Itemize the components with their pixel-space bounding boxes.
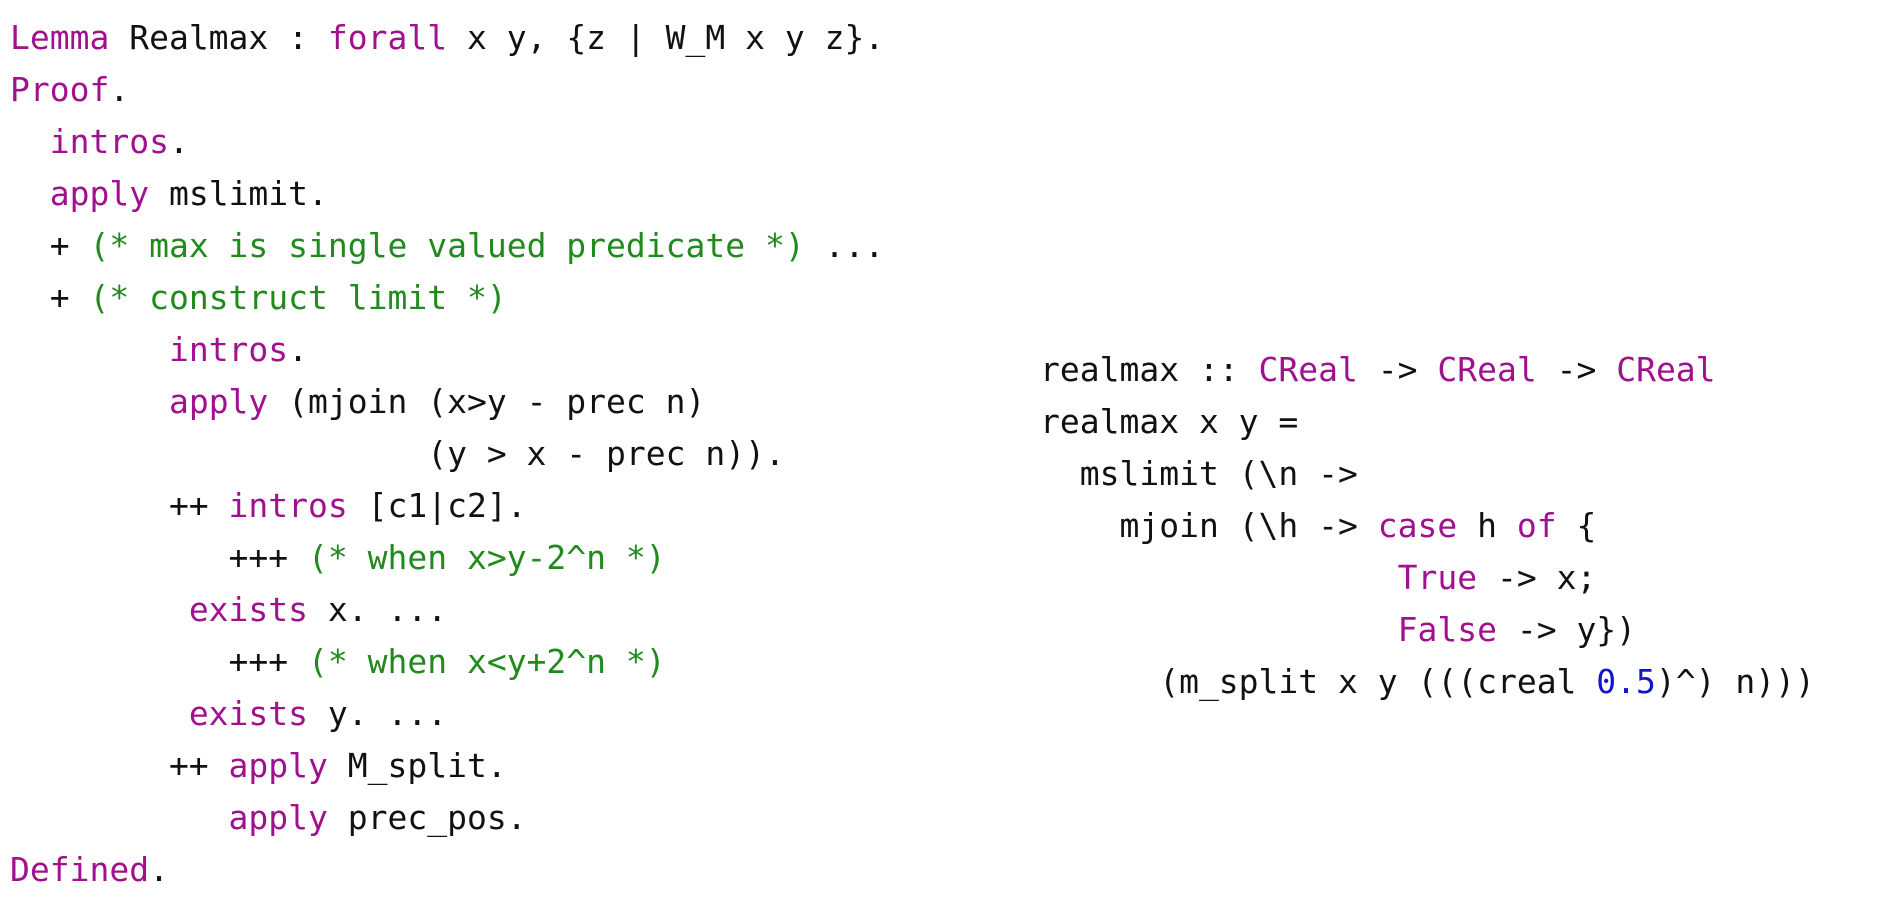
code-token: -> bbox=[1536, 350, 1617, 389]
coq-proof-code: Lemma Realmax : forall x y, {z | W_M x y… bbox=[10, 12, 884, 896]
code-token: )^) n))) bbox=[1655, 662, 1815, 701]
code-token: -> x; bbox=[1477, 558, 1597, 597]
keyword-token: Proof bbox=[10, 70, 110, 109]
keyword-token: of bbox=[1516, 506, 1557, 545]
coq-code-line: ++ apply M_split. bbox=[10, 740, 884, 792]
keyword-token: Defined bbox=[10, 850, 150, 889]
code-token: ++ bbox=[10, 746, 229, 785]
code-token: + bbox=[10, 226, 90, 265]
coq-code-line: +++ (* when x<y+2^n *) bbox=[10, 636, 884, 688]
coq-code-line: intros. bbox=[10, 116, 884, 168]
code-token: M_split. bbox=[327, 746, 507, 785]
haskell-extracted-code: realmax :: CReal -> CReal -> CReal realma… bbox=[1040, 344, 1815, 708]
code-token: (m_split x y (((creal bbox=[1040, 662, 1597, 701]
coq-code-line: apply (mjoin (x>y - prec n) bbox=[10, 376, 884, 428]
code-token: y. ... bbox=[308, 694, 448, 733]
keyword-token: False bbox=[1397, 610, 1497, 649]
keyword-token: intros bbox=[168, 330, 289, 369]
keyword-token: CReal bbox=[1258, 350, 1358, 389]
comment-token: (* construct limit *) bbox=[89, 278, 507, 317]
code-token: + bbox=[10, 278, 90, 317]
code-token: -> y}) bbox=[1496, 610, 1637, 649]
comment-token: (* when x<y+2^n *) bbox=[308, 642, 666, 681]
coq-code-line: exists y. ... bbox=[10, 688, 884, 740]
coq-code-line: apply prec_pos. bbox=[10, 792, 884, 844]
code-token: ++ bbox=[10, 486, 229, 525]
keyword-token: exists bbox=[188, 694, 309, 733]
coq-code-line: Defined. bbox=[10, 844, 884, 896]
code-token: { bbox=[1556, 506, 1597, 545]
keyword-token: CReal bbox=[1616, 350, 1716, 389]
keyword-token: exists bbox=[188, 590, 309, 629]
haskell-code-line: True -> x; bbox=[1040, 552, 1815, 604]
keyword-token: CReal bbox=[1437, 350, 1537, 389]
keyword-token: Lemma bbox=[10, 18, 110, 57]
coq-code-line: exists x. ... bbox=[10, 584, 884, 636]
code-token: ... bbox=[804, 226, 885, 265]
coq-code-line: intros. bbox=[10, 324, 884, 376]
code-token: . bbox=[149, 850, 169, 889]
haskell-code-line: realmax :: CReal -> CReal -> CReal bbox=[1040, 344, 1815, 396]
code-token: mslimit (\n -> bbox=[1040, 454, 1358, 493]
coq-code-line: (y > x - prec n)). bbox=[10, 428, 884, 480]
keyword-token: intros bbox=[228, 486, 348, 525]
code-token: realmax :: bbox=[1040, 350, 1259, 389]
keyword-token: intros bbox=[49, 122, 169, 161]
coq-code-line: + (* construct limit *) bbox=[10, 272, 884, 324]
code-token: prec_pos. bbox=[327, 798, 527, 837]
keyword-token: case bbox=[1377, 506, 1458, 545]
code-token: . bbox=[288, 330, 309, 369]
code-token: (mjoin (x>y - prec n) bbox=[268, 382, 706, 421]
coq-code-line: + (* max is single valued predicate *) .… bbox=[10, 220, 884, 272]
keyword-token: apply bbox=[168, 382, 269, 421]
comment-token: (* max is single valued predicate *) bbox=[89, 226, 805, 265]
coq-code-line: Lemma Realmax : forall x y, {z | W_M x y… bbox=[10, 12, 884, 64]
comment-token: (* when x>y-2^n *) bbox=[308, 538, 666, 577]
keyword-token: apply bbox=[228, 798, 328, 837]
code-token: (y > x - prec n)). bbox=[10, 434, 785, 473]
code-token: mjoin (\h -> bbox=[1040, 506, 1378, 545]
coq-code-line: Proof. bbox=[10, 64, 884, 116]
code-token: -> bbox=[1357, 350, 1438, 389]
code-token: [c1|c2]. bbox=[347, 486, 527, 525]
haskell-code-line: False -> y}) bbox=[1040, 604, 1815, 656]
number-token: 0.5 bbox=[1596, 662, 1656, 701]
code-token: realmax x y = bbox=[1040, 402, 1299, 441]
coq-code-line: +++ (* when x>y-2^n *) bbox=[10, 532, 884, 584]
code-token: . bbox=[168, 122, 189, 161]
haskell-code-line: mjoin (\h -> case h of { bbox=[1040, 500, 1815, 552]
coq-code-line: apply mslimit. bbox=[10, 168, 884, 220]
haskell-code-line: realmax x y = bbox=[1040, 396, 1815, 448]
code-token: x y, {z | W_M x y z}. bbox=[447, 18, 885, 57]
haskell-code-line: mslimit (\n -> bbox=[1040, 448, 1815, 500]
keyword-token: apply bbox=[228, 746, 328, 785]
keyword-token: forall bbox=[327, 18, 448, 57]
code-token: Realmax : bbox=[109, 18, 328, 57]
keyword-token: True bbox=[1397, 558, 1478, 597]
haskell-code-line: (m_split x y (((creal 0.5)^) n))) bbox=[1040, 656, 1815, 708]
code-token: . bbox=[109, 70, 130, 109]
code-token: +++ bbox=[10, 642, 309, 681]
code-token: mslimit. bbox=[149, 174, 328, 213]
keyword-token: apply bbox=[49, 174, 150, 213]
code-token: x. ... bbox=[308, 590, 448, 629]
code-token: +++ bbox=[10, 538, 309, 577]
coq-code-line: ++ intros [c1|c2]. bbox=[10, 480, 884, 532]
code-token: h bbox=[1457, 506, 1517, 545]
